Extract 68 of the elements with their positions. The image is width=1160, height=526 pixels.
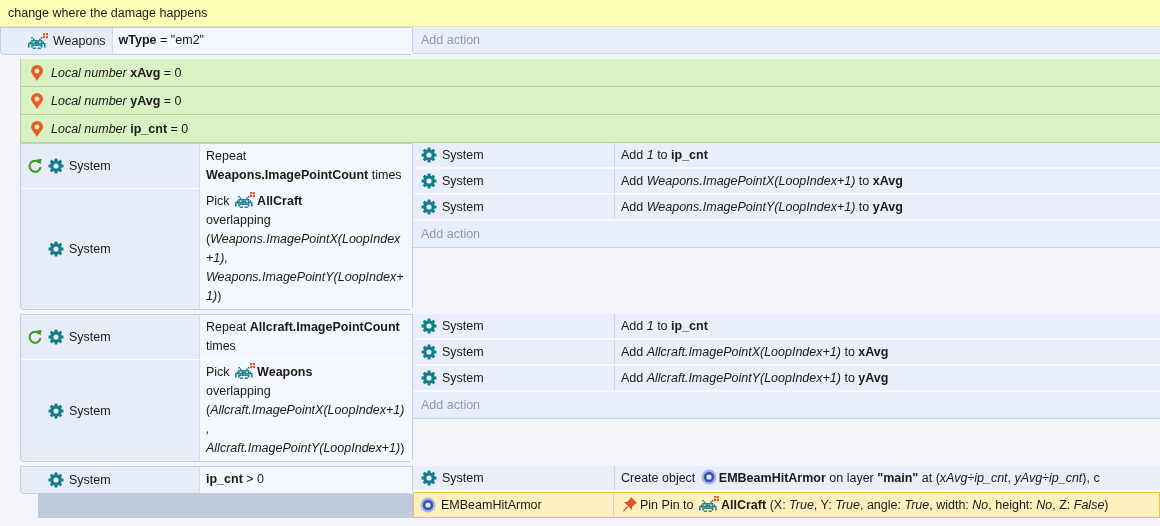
action-row[interactable]: EMBeamHitArmor Pin Pin to AllCraft (X: True, Y: True, angle: True, width: No, height: No, Z: False) <box>413 492 1160 518</box>
action-row[interactable]: System Add Weapons.ImagePointX(LoopIndex+1) to xAvg <box>413 169 1160 195</box>
action-row[interactable]: System Add 1 to ip_cnt <box>413 143 1160 169</box>
condition-text: Pick <box>206 364 230 381</box>
orb-icon <box>700 469 717 485</box>
action-text: Add 1 to ip_cnt <box>621 148 708 162</box>
gear-icon <box>48 472 64 488</box>
sprite-icon <box>235 363 256 379</box>
object-name: System <box>69 329 111 346</box>
sprite-icon <box>235 192 256 208</box>
gear-icon <box>421 173 437 189</box>
object-name: System <box>69 472 111 489</box>
gear-icon <box>421 370 437 386</box>
action-row[interactable]: System Add Allcraft.ImagePointY(LoopIndex+1) to yAvg <box>413 366 1160 392</box>
comment-text: change where the damage happens <box>0 0 1160 27</box>
local-variable-text: Local number yAvg = 0 <box>51 92 182 110</box>
condition-text: Pick <box>206 193 230 210</box>
gear-icon <box>421 147 437 163</box>
condition-text: Repeat Allcraft.ImagePointCount times <box>206 319 401 355</box>
orb-icon <box>420 497 436 513</box>
condition-text: Repeat Weapons.ImagePointCount times <box>206 148 403 184</box>
condition-text: ip_cnt > 0 <box>206 471 264 488</box>
object-name: System <box>442 173 484 190</box>
object-name: System <box>442 318 484 335</box>
action-text: Add Weapons.ImagePointX(LoopIndex+1) to xAvg <box>621 174 903 188</box>
location-marker-icon <box>31 64 43 81</box>
object-name: System <box>69 402 111 420</box>
action-text: Pin Pin to <box>640 498 694 512</box>
local-variable-text: Local number xAvg = 0 <box>51 64 182 82</box>
object-name: System <box>442 344 484 361</box>
sprite-icon <box>28 33 48 49</box>
pin-icon <box>622 496 638 512</box>
object-name: System <box>442 370 484 387</box>
condition-text: wType = "em2" <box>118 32 204 49</box>
object-name: System <box>69 158 111 175</box>
action-row[interactable]: System Add Allcraft.ImagePointX(LoopIndex+1) to xAvg <box>413 340 1160 366</box>
object-name: System <box>442 470 484 487</box>
gear-icon <box>421 470 437 486</box>
location-marker-icon <box>31 92 43 109</box>
gear-icon <box>48 158 64 174</box>
condition-text: AllCraft <box>257 193 303 210</box>
action-row[interactable]: System Add Weapons.ImagePointY(LoopIndex+1) to yAvg <box>413 195 1160 221</box>
action-text: Add Allcraft.ImagePointX(LoopIndex+1) to xAvg <box>621 345 889 359</box>
object-name: System <box>69 241 111 258</box>
object-name: System <box>442 147 484 164</box>
action-text: AllCraft (X: True, Y: True, angle: True, width: No, height: No, Z: False) <box>721 498 1109 512</box>
condition-text: overlapping (Allcraft.ImagePointX(LoopIndex+1), Allcraft.ImagePointY(LoopIndex+1)) <box>206 383 406 457</box>
condition-text: overlapping (Weapons.ImagePointX(LoopIndex+1), Weapons.ImagePointY(LoopIndex+1)) <box>206 212 405 305</box>
gear-icon <box>421 318 437 334</box>
gear-icon <box>48 402 64 419</box>
action-row[interactable]: System Create object EMBeamHitArmor on layer "main" at (xAvg÷ip_cnt, yAvg÷ip_cnt), c <box>413 466 1160 492</box>
gear-icon <box>421 344 437 360</box>
action-text: Add Weapons.ImagePointY(LoopIndex+1) to yAvg <box>621 200 903 214</box>
condition-text: Weapons <box>257 364 313 381</box>
action-text: Create object <box>621 471 696 485</box>
object-name: System <box>442 199 484 216</box>
gear-icon <box>48 329 64 345</box>
action-text: Add 1 to ip_cnt <box>621 319 708 333</box>
object-name: Weapons <box>53 33 106 50</box>
local-variable-text: Local number ip_cnt = 0 <box>51 120 189 138</box>
object-name: EMBeamHitArmor <box>441 497 542 514</box>
action-row[interactable]: System Add 1 to ip_cnt <box>413 314 1160 340</box>
gear-icon <box>421 199 437 215</box>
location-marker-icon <box>31 120 43 137</box>
gear-icon <box>48 241 64 257</box>
action-text: Add Allcraft.ImagePointY(LoopIndex+1) to yAvg <box>621 371 889 385</box>
sprite-icon <box>699 496 719 512</box>
action-text: EMBeamHitArmor on layer "main" at (xAvg÷ip_cnt, yAvg÷ip_cnt), c <box>718 471 1100 485</box>
